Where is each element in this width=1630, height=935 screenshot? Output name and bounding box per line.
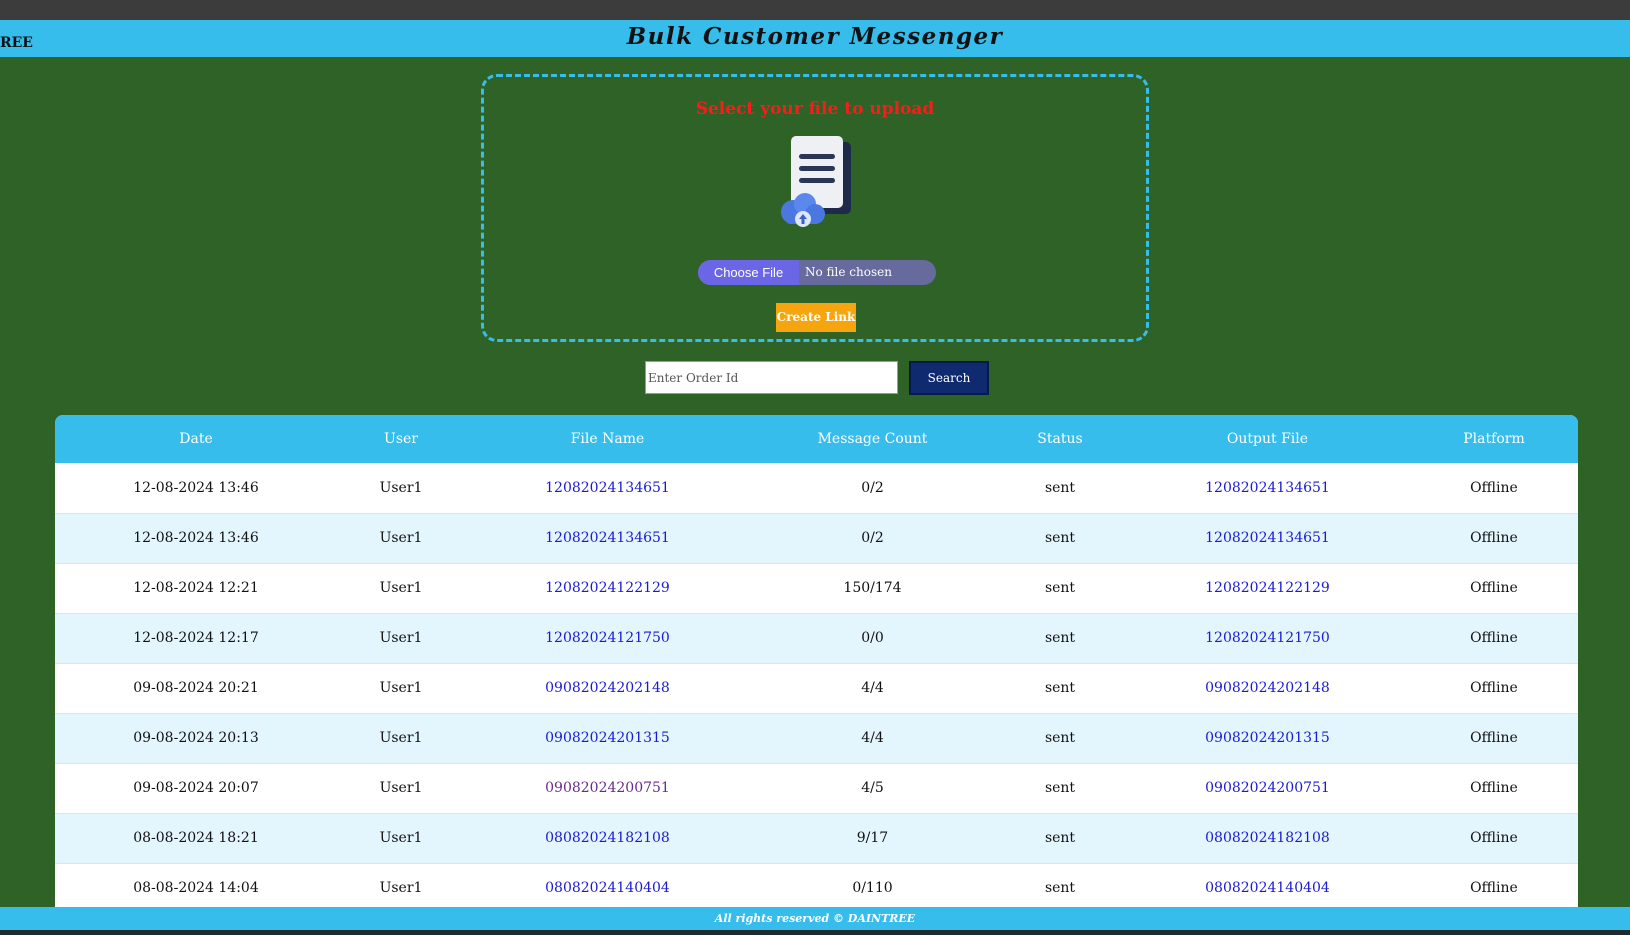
table-row: 09-08-2024 20:21 User1 09082024202148 4/… <box>55 663 1578 713</box>
cell-message-count: 0/2 <box>861 530 884 546</box>
cell-platform: Offline <box>1470 880 1518 896</box>
file-name-link[interactable]: 08082024182108 <box>465 813 750 863</box>
upload-dropzone[interactable]: Select your file to upload Choose File N… <box>481 74 1149 342</box>
output-file-link[interactable]: 09082024200751 <box>1125 763 1410 813</box>
output-file-link[interactable]: 12082024122129 <box>1125 563 1410 613</box>
output-file-link[interactable]: 08082024182108 <box>1125 813 1410 863</box>
search-button[interactable]: Search <box>909 361 989 395</box>
output-file-link[interactable]: 12082024121750 <box>1125 613 1410 663</box>
cell-date: 08-08-2024 18:21 <box>133 830 259 846</box>
messages-table: Date User File Name Message Count Status… <box>55 415 1578 907</box>
cell-date: 12-08-2024 12:17 <box>133 630 259 646</box>
cell-user: User1 <box>379 580 423 596</box>
table-row: 09-08-2024 20:13 User1 09082024201315 4/… <box>55 713 1578 763</box>
cell-status: sent <box>1044 580 1076 596</box>
cell-user: User1 <box>379 680 423 696</box>
cell-status: sent <box>1044 630 1076 646</box>
upload-heading: Select your file to upload <box>695 99 935 119</box>
file-name-link[interactable]: 12082024134651 <box>465 463 750 513</box>
file-name-link[interactable]: 08082024140404 <box>465 863 750 907</box>
cell-platform: Offline <box>1470 730 1518 746</box>
file-input[interactable]: Choose File No file chosen <box>698 260 936 285</box>
file-name-link[interactable]: 09082024201315 <box>465 713 750 763</box>
output-file-link[interactable]: 09082024202148 <box>1125 663 1410 713</box>
no-file-chosen-text: No file chosen <box>805 265 892 279</box>
cell-message-count: 9/17 <box>856 830 889 846</box>
cell-status: sent <box>1044 880 1076 896</box>
cell-date: 12-08-2024 13:46 <box>133 479 259 496</box>
file-name-link[interactable]: 12082024122129 <box>465 563 750 613</box>
file-name-link[interactable]: 09082024200751 <box>465 763 750 813</box>
cell-message-count: 150/174 <box>843 580 902 596</box>
cell-message-count: 0/110 <box>852 880 893 896</box>
output-file-link[interactable]: 12082024134651 <box>1125 463 1410 513</box>
cell-status: sent <box>1044 830 1076 846</box>
messages-table-container[interactable]: Date User File Name Message Count Status… <box>55 415 1578 907</box>
column-header-date[interactable]: Date <box>55 415 337 463</box>
column-header-file-name[interactable]: File Name <box>465 415 750 463</box>
column-header-platform[interactable]: Platform <box>1410 415 1578 463</box>
cell-user: User1 <box>379 530 423 546</box>
cell-date: 09-08-2024 20:07 <box>133 780 259 796</box>
table-row: 12-08-2024 12:21 User1 12082024122129 15… <box>55 563 1578 613</box>
browser-top-strip <box>0 0 1630 20</box>
bottom-strip <box>0 930 1630 935</box>
file-name-link[interactable]: 09082024202148 <box>465 663 750 713</box>
cell-status: sent <box>1044 530 1076 546</box>
output-file-link[interactable]: 12082024134651 <box>1125 513 1410 563</box>
file-name-link[interactable]: 12082024134651 <box>465 513 750 563</box>
cell-status: sent <box>1044 680 1076 696</box>
table-row: 12-08-2024 13:46 User1 12082024134651 0/… <box>55 513 1578 563</box>
cell-platform: Offline <box>1470 680 1518 696</box>
cell-date: 12-08-2024 12:21 <box>133 580 259 596</box>
cell-message-count: 0/0 <box>861 630 884 646</box>
app-title: Bulk Customer Messenger <box>626 23 1004 50</box>
cell-status: sent <box>1044 479 1076 496</box>
cell-platform: Offline <box>1470 530 1518 546</box>
cell-user: User1 <box>379 780 423 796</box>
output-file-link[interactable]: 09082024201315 <box>1125 713 1410 763</box>
cell-message-count: 4/4 <box>861 680 884 696</box>
cell-date: 09-08-2024 20:13 <box>133 730 259 746</box>
cell-user: User1 <box>379 479 423 496</box>
table-row: 12-08-2024 13:46 User1 12082024134651 0/… <box>55 463 1578 513</box>
column-header-message-count[interactable]: Message Count <box>750 415 995 463</box>
cell-status: sent <box>1044 730 1076 746</box>
column-header-status[interactable]: Status <box>995 415 1125 463</box>
page-footer: All rights reserved © DAINTREE <box>0 907 1630 930</box>
cell-date: 12-08-2024 13:46 <box>133 530 259 546</box>
choose-file-button[interactable]: Choose File <box>698 260 799 285</box>
cell-platform: Offline <box>1470 630 1518 646</box>
table-header-row: Date User File Name Message Count Status… <box>55 415 1578 463</box>
app-header: REE Bulk Customer Messenger <box>0 20 1630 57</box>
cell-status: sent <box>1044 780 1076 796</box>
cell-user: User1 <box>379 830 423 846</box>
table-row: 08-08-2024 14:04 User1 08082024140404 0/… <box>55 863 1578 907</box>
column-header-user[interactable]: User <box>337 415 465 463</box>
cell-platform: Offline <box>1470 830 1518 846</box>
table-row: 09-08-2024 20:07 User1 09082024200751 4/… <box>55 763 1578 813</box>
cell-platform: Offline <box>1470 479 1518 496</box>
table-row: 12-08-2024 12:17 User1 12082024121750 0/… <box>55 613 1578 663</box>
cell-user: User1 <box>379 730 423 746</box>
cell-message-count: 0/2 <box>861 479 884 496</box>
table-row: 08-08-2024 18:21 User1 08082024182108 9/… <box>55 813 1578 863</box>
cell-message-count: 4/4 <box>861 730 884 746</box>
output-file-link[interactable]: 08082024140404 <box>1125 863 1410 907</box>
cell-user: User1 <box>379 880 423 896</box>
cell-message-count: 4/5 <box>861 780 884 796</box>
cell-user: User1 <box>379 630 423 646</box>
file-name-link[interactable]: 12082024121750 <box>465 613 750 663</box>
file-upload-icon <box>781 136 851 227</box>
cell-platform: Offline <box>1470 580 1518 596</box>
create-link-button[interactable]: Create Link <box>776 303 856 332</box>
cell-platform: Offline <box>1470 780 1518 796</box>
cell-date: 08-08-2024 14:04 <box>133 880 259 896</box>
column-header-output-file[interactable]: Output File <box>1125 415 1410 463</box>
order-id-search-input[interactable] <box>645 361 898 394</box>
cell-date: 09-08-2024 20:21 <box>133 680 259 696</box>
